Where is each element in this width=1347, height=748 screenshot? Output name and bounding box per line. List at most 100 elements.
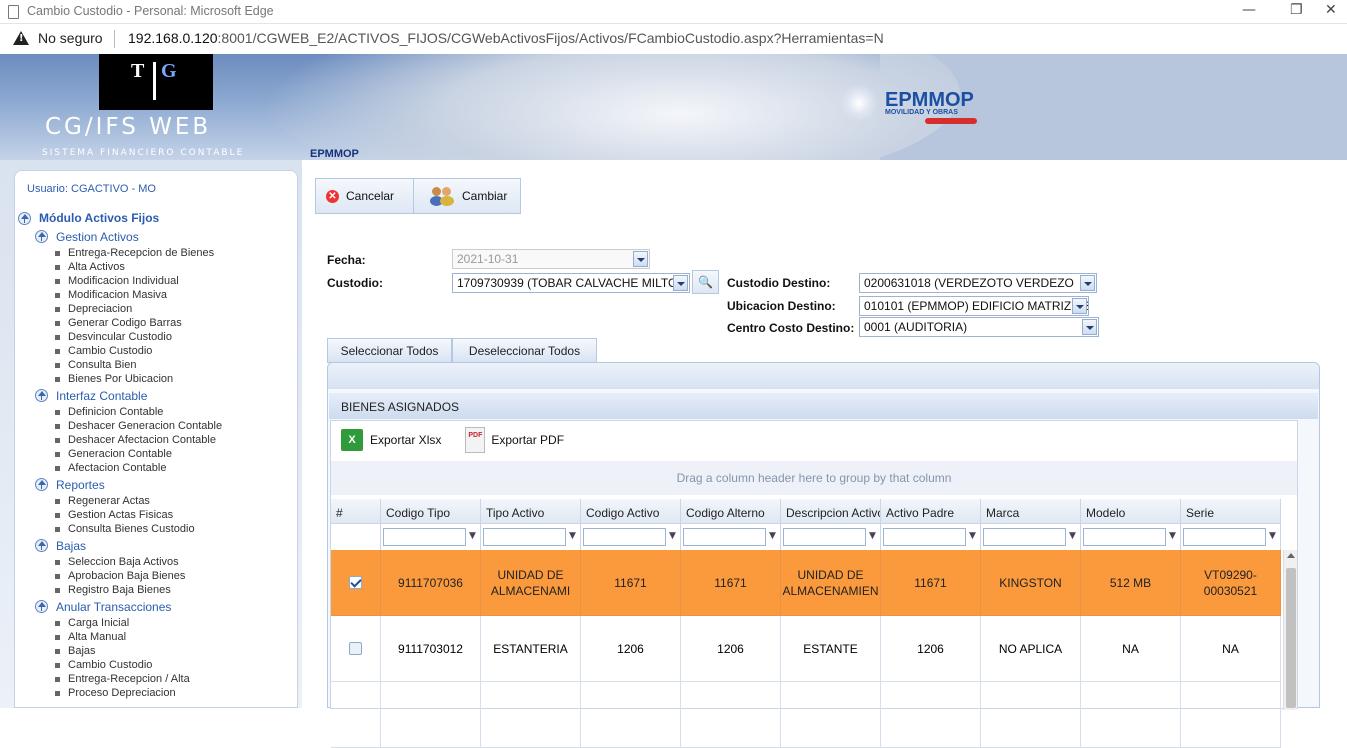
centro-costo-select[interactable]: 0001 (AUDITORIA)	[859, 317, 1099, 337]
filter-icon[interactable]: ▼	[669, 531, 678, 542]
column-header[interactable]: Serie	[1181, 499, 1281, 524]
filter-icon[interactable]: ▼	[1169, 531, 1178, 542]
column-header[interactable]: Tipo Activo	[481, 499, 581, 524]
export-xlsx-button[interactable]: X Exportar Xlsx	[341, 429, 441, 451]
column-header[interactable]: Modelo	[1081, 499, 1181, 524]
nav-item[interactable]: Bienes Por Ubicacion	[15, 372, 299, 386]
row-checkbox[interactable]	[349, 576, 362, 589]
filter-icon[interactable]: ▼	[569, 531, 578, 542]
nav-item[interactable]: Carga Inicial	[15, 616, 299, 630]
nav-item[interactable]: Cambio Custodio	[15, 658, 299, 672]
group-by-area[interactable]: Drag a column header here to group by th…	[331, 461, 1297, 495]
filter-input[interactable]	[383, 528, 466, 546]
select-all-button[interactable]: Seleccionar Todos	[327, 338, 452, 363]
nav-item[interactable]: Aprobacion Baja Bienes	[15, 569, 299, 583]
filter-input[interactable]	[483, 528, 566, 546]
nav-item[interactable]: Alta Activos	[15, 260, 299, 274]
column-header[interactable]: Codigo Tipo	[381, 499, 481, 524]
url-text[interactable]: 192.168.0.120:8001/CGWEB_E2/ACTIVOS_FIJO…	[128, 30, 884, 46]
nav-group[interactable]: Interfaz Contable	[15, 386, 299, 405]
nav-item[interactable]: Bajas	[15, 644, 299, 658]
filter-input[interactable]	[1083, 528, 1166, 546]
nav-item[interactable]: Proceso Depreciacion	[15, 686, 299, 700]
table-row[interactable]: 9111707036 UNIDAD DE ALMACENAMI 11671 11671…	[331, 550, 1281, 616]
column-header[interactable]: #	[331, 499, 381, 524]
table-row[interactable]: 9111703012 ESTANTERIA 1206 1206 ESTANTE 1206 N…	[331, 616, 1281, 682]
nav-item[interactable]: Deshacer Afectacion Contable	[15, 433, 299, 447]
nav-group[interactable]: Bajas	[15, 536, 299, 555]
column-header[interactable]: Marca	[981, 499, 1081, 524]
bullet-icon	[55, 320, 60, 326]
collapse-icon[interactable]	[35, 230, 48, 243]
nav-item[interactable]: Regenerar Actas	[15, 494, 299, 508]
deselect-all-button[interactable]: Deseleccionar Todos	[452, 338, 597, 363]
nav-item[interactable]: Generar Codigo Barras	[15, 316, 299, 330]
filter-icon[interactable]: ▼	[1269, 531, 1278, 542]
column-header[interactable]: Descripcion Activo	[781, 499, 881, 524]
chevron-down-icon[interactable]	[1072, 298, 1087, 314]
ubicacion-destino-select[interactable]: 010101 (EPMMOP) EDIFICIO MATRIZ PB	[859, 296, 1089, 316]
nav-item[interactable]: Cambio Custodio	[15, 344, 299, 358]
nav-item[interactable]: Depreciacion	[15, 302, 299, 316]
fecha-date-picker[interactable]: 2021-10-31	[452, 249, 650, 269]
nav-item[interactable]: Alta Manual	[15, 630, 299, 644]
nav-group[interactable]: Anular Transacciones	[15, 597, 299, 616]
scroll-up-icon[interactable]	[1287, 553, 1295, 558]
column-header[interactable]: Activo Padre	[881, 499, 981, 524]
filter-icon[interactable]: ▼	[769, 531, 778, 542]
nav-item[interactable]: Modificacion Individual	[15, 274, 299, 288]
module-header[interactable]: Módulo Activos Fijos	[15, 209, 299, 227]
nav-item[interactable]: Consulta Bienes Custodio	[15, 522, 299, 536]
filter-input[interactable]	[783, 528, 866, 546]
nav-item[interactable]: Consulta Bien	[15, 358, 299, 372]
filter-icon[interactable]: ▼	[1069, 531, 1078, 542]
nav-item[interactable]: Seleccion Baja Activos	[15, 555, 299, 569]
scroll-thumb[interactable]	[1286, 568, 1296, 708]
row-checkbox[interactable]	[349, 642, 362, 655]
search-button[interactable]: 🔍	[692, 270, 719, 294]
filter-input[interactable]	[1183, 528, 1266, 546]
nav-group[interactable]: Gestion Activos	[15, 227, 299, 246]
vertical-scrollbar[interactable]	[1283, 550, 1297, 710]
custodio-select[interactable]: 1709730939 (TOBAR CALVACHE MILTON	[452, 273, 690, 293]
filter-input[interactable]	[883, 528, 966, 546]
collapse-icon[interactable]	[18, 211, 31, 225]
collapse-icon[interactable]	[35, 539, 48, 552]
minimize-icon[interactable]: —	[1242, 2, 1256, 18]
column-header[interactable]: Codigo Activo	[581, 499, 681, 524]
address-bar[interactable]: No seguro 192.168.0.120:8001/CGWEB_E2/AC…	[0, 24, 1347, 54]
nav-item[interactable]: Entrega-Recepcion / Alta	[15, 672, 299, 686]
filter-icon[interactable]: ▼	[969, 531, 978, 542]
filter-input[interactable]	[683, 528, 766, 546]
chevron-down-icon[interactable]	[1080, 275, 1095, 291]
close-icon[interactable]: ✕	[1325, 2, 1337, 18]
table-row[interactable]	[331, 682, 1281, 748]
collapse-icon[interactable]	[35, 389, 48, 402]
security-status[interactable]: No seguro	[38, 30, 103, 46]
nav-item[interactable]: Gestion Actas Fisicas	[15, 508, 299, 522]
collapse-icon[interactable]	[35, 600, 48, 613]
filter-icon[interactable]: ▼	[869, 531, 878, 542]
filter-input[interactable]	[983, 528, 1066, 546]
change-button[interactable]: Cambiar	[430, 179, 507, 213]
export-pdf-button[interactable]: PDF Exportar PDF	[465, 427, 564, 453]
restore-icon[interactable]: ❐	[1290, 2, 1303, 18]
nav-item[interactable]: Entrega-Recepcion de Bienes	[15, 246, 299, 260]
nav-item[interactable]: Afectacion Contable	[15, 461, 299, 475]
chevron-down-icon[interactable]	[1082, 319, 1097, 335]
nav-item[interactable]: Definicion Contable	[15, 405, 299, 419]
collapse-icon[interactable]	[35, 478, 48, 491]
custodio-destino-select[interactable]: 0200631018 (VERDEZOTO VERDEZO	[859, 273, 1097, 293]
nav-item[interactable]: Generacion Contable	[15, 447, 299, 461]
nav-item[interactable]: Registro Baja Bienes	[15, 583, 299, 597]
filter-icon[interactable]: ▼	[469, 531, 478, 542]
column-header[interactable]: Codigo Alterno	[681, 499, 781, 524]
nav-item[interactable]: Deshacer Generacion Contable	[15, 419, 299, 433]
chevron-down-icon[interactable]	[633, 251, 648, 267]
nav-item[interactable]: Modificacion Masiva	[15, 288, 299, 302]
nav-item[interactable]: Desvincular Custodio	[15, 330, 299, 344]
filter-input[interactable]	[583, 528, 666, 546]
chevron-down-icon[interactable]	[673, 275, 688, 291]
cancel-button[interactable]: ✕ Cancelar	[326, 179, 394, 213]
nav-group[interactable]: Reportes	[15, 475, 299, 494]
